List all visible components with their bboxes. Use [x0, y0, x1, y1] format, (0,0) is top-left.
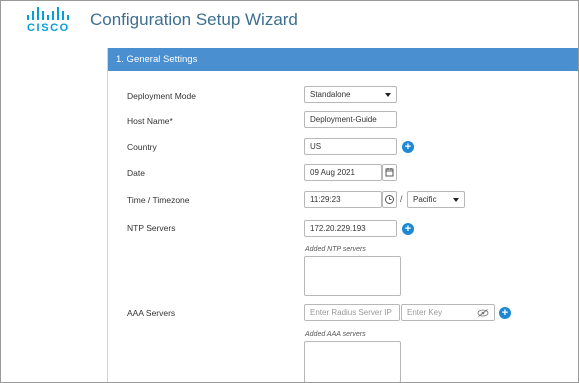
host-name-label: Host Name* — [127, 116, 173, 126]
chevron-down-icon — [385, 93, 391, 97]
deployment-mode-select[interactable]: Standalone — [304, 86, 397, 103]
cisco-logo-bars — [27, 7, 69, 20]
radius-key-input[interactable]: Enter Key — [401, 304, 495, 321]
add-country-button[interactable]: + — [402, 141, 414, 153]
country-input[interactable]: US — [304, 138, 397, 155]
aaa-servers-label: AAA Servers — [127, 308, 176, 318]
plus-circle-icon: + — [404, 141, 412, 153]
eye-off-icon[interactable] — [477, 309, 489, 317]
time-timezone-label: Time / Timezone — [127, 195, 190, 205]
radius-server-ip-input[interactable]: Enter Radius Server IP — [304, 304, 400, 321]
deployment-mode-value: Standalone — [310, 90, 351, 99]
timezone-value: Pacific — [413, 195, 437, 204]
date-input[interactable]: 09 Aug 2021 — [304, 164, 382, 181]
panel-title[interactable]: 1. General Settings — [108, 48, 578, 71]
ntp-server-input[interactable]: 172.20.229.193 — [304, 220, 397, 237]
page-title: Configuration Setup Wizard — [90, 10, 298, 29]
country-label: Country — [127, 142, 157, 152]
added-aaa-servers-label: Added AAA servers — [305, 331, 366, 338]
clock-button[interactable] — [382, 191, 397, 208]
radius-key-placeholder: Enter Key — [407, 308, 443, 317]
added-aaa-servers-list[interactable] — [304, 341, 401, 382]
deployment-mode-label: Deployment Mode — [127, 91, 196, 101]
app-header: CISCO Configuration Setup Wizard — [1, 1, 578, 41]
host-name-input[interactable]: Deployment-Guide — [304, 111, 397, 128]
add-ntp-server-button[interactable]: + — [402, 223, 414, 235]
cisco-logo-text: CISCO — [27, 22, 70, 34]
time-timezone-separator: / — [400, 194, 403, 204]
calendar-icon — [385, 168, 394, 177]
cisco-logo: CISCO — [26, 7, 74, 35]
added-ntp-servers-label: Added NTP servers — [305, 246, 366, 253]
chevron-down-icon — [453, 198, 459, 202]
wizard-window: CISCO Configuration Setup Wizard 1. Gene… — [0, 0, 579, 383]
date-label: Date — [127, 168, 145, 178]
clock-icon — [385, 195, 394, 204]
ntp-servers-label: NTP Servers — [127, 223, 176, 233]
time-input[interactable]: 11:29:23 — [304, 191, 382, 208]
timezone-select[interactable]: Pacific — [407, 191, 465, 208]
general-settings-panel: 1. General Settings Deployment Mode Stan… — [107, 48, 578, 382]
calendar-button[interactable] — [382, 164, 397, 181]
added-ntp-servers-list[interactable] — [304, 256, 401, 296]
plus-circle-icon: + — [404, 223, 412, 235]
add-aaa-server-button[interactable]: + — [499, 307, 511, 319]
plus-circle-icon: + — [501, 307, 509, 319]
